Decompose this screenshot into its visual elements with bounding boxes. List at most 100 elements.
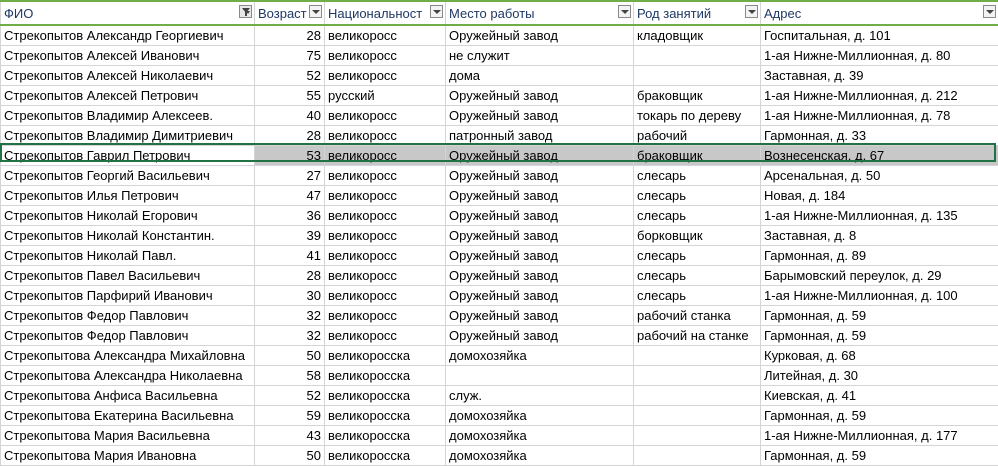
cell-fio[interactable]: Стрекопытов Владимир Алексеев.: [0, 105, 255, 126]
cell-nationality[interactable]: великоросс: [324, 65, 446, 86]
table-row[interactable]: Стрекопытов Павел Васильевич 28 великоросс…: [0, 265, 998, 286]
table-row[interactable]: Стрекопытова Мария Ивановна 50 великоросск…: [0, 445, 998, 466]
cell-nationality[interactable]: великоросска: [324, 345, 446, 366]
cell-workplace[interactable]: Оружейный завод: [445, 325, 634, 346]
cell-workplace[interactable]: не служит: [445, 45, 634, 66]
cell-fio[interactable]: Стрекопытова Мария Ивановна: [0, 445, 255, 466]
cell-nationality[interactable]: великоросска: [324, 385, 446, 406]
cell-workplace[interactable]: служ.: [445, 385, 634, 406]
cell-address[interactable]: 1-ая Нижне-Миллионная, д. 212: [760, 85, 998, 106]
cell-age[interactable]: 27: [254, 165, 325, 186]
cell-fio[interactable]: Стрекопытова Екатерина Васильевна: [0, 405, 255, 426]
cell-age[interactable]: 58: [254, 365, 325, 386]
cell-occupation[interactable]: [633, 365, 761, 386]
cell-workplace[interactable]: Оружейный завод: [445, 285, 634, 306]
cell-occupation[interactable]: рабочий на станке: [633, 325, 761, 346]
cell-age[interactable]: 43: [254, 425, 325, 446]
cell-age[interactable]: 28: [254, 265, 325, 286]
cell-occupation[interactable]: рабочий станка: [633, 305, 761, 326]
cell-age[interactable]: 55: [254, 85, 325, 106]
cell-address[interactable]: Гармонная, д. 59: [760, 405, 998, 426]
table-row[interactable]: Стрекопытов Владимир Алексеев. 40 великоро…: [0, 105, 998, 126]
cell-occupation[interactable]: слесарь: [633, 285, 761, 306]
cell-address[interactable]: Заставная, д. 8: [760, 225, 998, 246]
cell-nationality[interactable]: великоросс: [324, 225, 446, 246]
cell-workplace[interactable]: Оружейный завод: [445, 24, 634, 46]
cell-workplace[interactable]: дома: [445, 65, 634, 86]
filter-active-icon[interactable]: [239, 5, 252, 18]
cell-fio[interactable]: Стрекопытов Алексей Петрович: [0, 85, 255, 106]
cell-nationality[interactable]: великоросс: [324, 285, 446, 306]
filter-dropdown-icon[interactable]: [983, 5, 996, 18]
cell-occupation[interactable]: [633, 345, 761, 366]
filter-dropdown-icon[interactable]: [430, 5, 443, 18]
table-row[interactable]: Стрекопытов Федор Павлович 32 великоросс Ор…: [0, 325, 998, 346]
table-row[interactable]: Стрекопытова Екатерина Васильевна 59 велик…: [0, 405, 998, 426]
cell-address[interactable]: 1-ая Нижне-Миллионная, д. 80: [760, 45, 998, 66]
cell-address[interactable]: Гармонная, д. 33: [760, 125, 998, 146]
cell-address[interactable]: Киевская, д. 41: [760, 385, 998, 406]
cell-age[interactable]: 28: [254, 24, 325, 46]
cell-address[interactable]: Гармонная, д. 59: [760, 325, 998, 346]
cell-fio[interactable]: Стрекопытова Александра Михайловна: [0, 345, 255, 366]
cell-occupation[interactable]: [633, 405, 761, 426]
cell-fio[interactable]: Стрекопытов Алексей Николаевич: [0, 65, 255, 86]
cell-address[interactable]: Вознесенская, д. 67: [760, 145, 998, 166]
cell-workplace[interactable]: патронный завод: [445, 125, 634, 146]
cell-workplace[interactable]: Оружейный завод: [445, 145, 634, 166]
cell-age[interactable]: 52: [254, 385, 325, 406]
cell-workplace[interactable]: домохозяйка: [445, 345, 634, 366]
cell-occupation[interactable]: [633, 445, 761, 466]
cell-nationality[interactable]: русский: [324, 85, 446, 106]
cell-address[interactable]: Литейная, д. 30: [760, 365, 998, 386]
cell-workplace[interactable]: Оружейный завод: [445, 225, 634, 246]
cell-age[interactable]: 75: [254, 45, 325, 66]
cell-age[interactable]: 28: [254, 125, 325, 146]
cell-workplace[interactable]: домохозяйка: [445, 425, 634, 446]
cell-occupation[interactable]: [633, 65, 761, 86]
cell-occupation[interactable]: слесарь: [633, 205, 761, 226]
table-row[interactable]: Стрекопытова Анфиса Васильевна 52 великоро…: [0, 385, 998, 406]
cell-nationality[interactable]: великоросс: [324, 24, 446, 46]
cell-address[interactable]: Гармонная, д. 89: [760, 245, 998, 266]
cell-address[interactable]: Барымовский переулок, д. 29: [760, 265, 998, 286]
cell-workplace[interactable]: Оружейный завод: [445, 85, 634, 106]
cell-address[interactable]: Гармонная, д. 59: [760, 445, 998, 466]
table-row[interactable]: Стрекопытов Николай Егорович 36 великоросс…: [0, 205, 998, 226]
cell-occupation[interactable]: кладовщик: [633, 24, 761, 46]
cell-nationality[interactable]: великоросс: [324, 245, 446, 266]
cell-nationality[interactable]: великоросска: [324, 405, 446, 426]
cell-occupation[interactable]: слесарь: [633, 185, 761, 206]
cell-nationality[interactable]: великоросс: [324, 125, 446, 146]
header-age[interactable]: Возраст: [254, 0, 325, 26]
cell-nationality[interactable]: великоросс: [324, 305, 446, 326]
cell-age[interactable]: 41: [254, 245, 325, 266]
table-row[interactable]: Стрекопытов Алексей Иванович 75 великоросс…: [0, 45, 998, 66]
header-workplace[interactable]: Место работы: [445, 0, 634, 26]
cell-fio[interactable]: Стрекопытов Павел Васильевич: [0, 265, 255, 286]
cell-age[interactable]: 47: [254, 185, 325, 206]
header-nationality[interactable]: Национальност: [324, 0, 446, 26]
cell-nationality[interactable]: великоросс: [324, 165, 446, 186]
cell-occupation[interactable]: [633, 45, 761, 66]
cell-address[interactable]: 1-ая Нижне-Миллионная, д. 78: [760, 105, 998, 126]
cell-workplace[interactable]: Оружейный завод: [445, 105, 634, 126]
cell-address[interactable]: Арсенальная, д. 50: [760, 165, 998, 186]
cell-address[interactable]: Курковая, д. 68: [760, 345, 998, 366]
cell-workplace[interactable]: [445, 365, 634, 386]
cell-fio[interactable]: Стрекопытов Федор Павлович: [0, 325, 255, 346]
cell-age[interactable]: 59: [254, 405, 325, 426]
table-row[interactable]: Стрекопытов Владимир Димитриевич 28 велико…: [0, 125, 998, 146]
cell-fio[interactable]: Стрекопытов Алексей Иванович: [0, 45, 255, 66]
cell-address[interactable]: Заставная, д. 39: [760, 65, 998, 86]
cell-occupation[interactable]: борковщик: [633, 225, 761, 246]
header-address[interactable]: Адрес: [760, 0, 998, 26]
header-occupation[interactable]: Род занятий: [633, 0, 761, 26]
cell-workplace[interactable]: домохозяйка: [445, 405, 634, 426]
cell-age[interactable]: 36: [254, 205, 325, 226]
cell-workplace[interactable]: Оружейный завод: [445, 265, 634, 286]
cell-nationality[interactable]: великоросс: [324, 185, 446, 206]
cell-occupation[interactable]: слесарь: [633, 165, 761, 186]
filter-dropdown-icon[interactable]: [618, 5, 631, 18]
cell-workplace[interactable]: Оружейный завод: [445, 185, 634, 206]
